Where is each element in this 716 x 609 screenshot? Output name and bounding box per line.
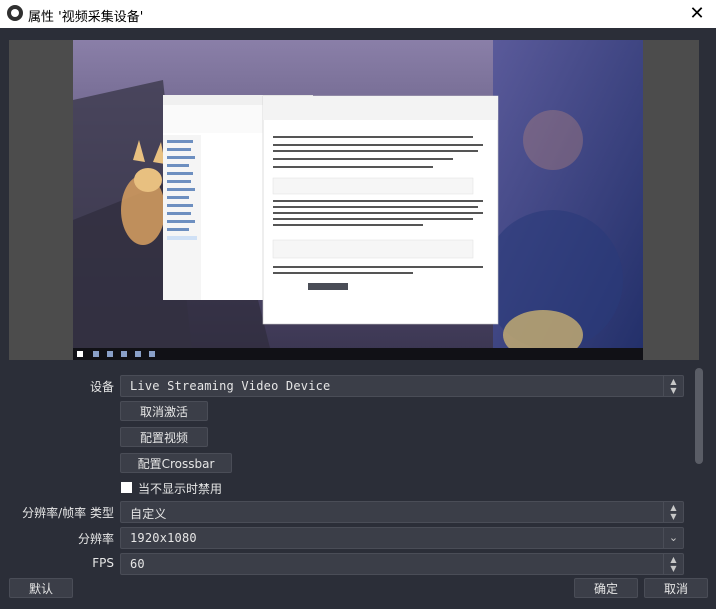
window-title: 属性 '视频采集设备' xyxy=(28,10,144,25)
deactivate-button[interactable]: 取消激活 xyxy=(120,401,208,421)
video-preview xyxy=(73,40,643,360)
obs-logo-icon xyxy=(7,5,23,21)
preview-image xyxy=(73,40,643,360)
res-type-value: 自定义 xyxy=(130,507,167,521)
cancel-button[interactable]: 取消 xyxy=(644,578,708,598)
resolution-label: 分辨率 xyxy=(77,532,114,546)
res-type-label: 分辨率/帧率 类型 xyxy=(22,506,114,520)
updown-arrows-icon: ▲ ▼ xyxy=(663,554,683,574)
fps-label: FPS xyxy=(92,556,114,570)
updown-arrows-icon: ▲ ▼ xyxy=(663,502,683,522)
updown-arrows-icon: ▲ ▼ xyxy=(663,376,683,396)
device-label: 设备 xyxy=(89,380,114,394)
fps-select[interactable]: 60 ▲ ▼ xyxy=(120,553,684,575)
disable-when-hidden-label: 当不显示时禁用 xyxy=(138,482,223,496)
resolution-combobox[interactable]: 1920x1080 ⌄ xyxy=(120,527,684,549)
close-button[interactable]: ✕ xyxy=(686,3,708,25)
fps-value: 60 xyxy=(130,557,145,571)
device-select[interactable]: Live Streaming Video Device ▲ ▼ xyxy=(120,375,684,397)
scrollbar[interactable] xyxy=(695,368,703,464)
disable-when-hidden-checkbox[interactable] xyxy=(121,482,132,493)
chevron-down-icon[interactable]: ⌄ xyxy=(663,528,683,548)
resolution-value: 1920x1080 xyxy=(130,531,197,545)
defaults-button[interactable]: 默认 xyxy=(9,578,73,598)
title-bar: 属性 '视频采集设备' ✕ xyxy=(0,0,716,28)
ok-button[interactable]: 确定 xyxy=(574,578,638,598)
res-type-select[interactable]: 自定义 ▲ ▼ xyxy=(120,501,684,523)
device-value: Live Streaming Video Device xyxy=(130,379,331,393)
configure-crossbar-button[interactable]: 配置Crossbar xyxy=(120,453,232,473)
configure-video-button[interactable]: 配置视频 xyxy=(120,427,208,447)
